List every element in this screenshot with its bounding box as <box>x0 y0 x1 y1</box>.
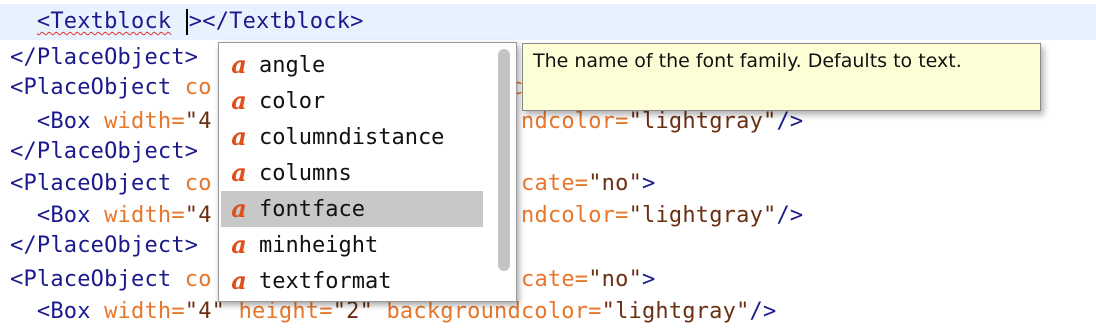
completion-item-fontface[interactable]: a fontface <box>221 191 483 227</box>
tag: <PlaceObject <box>10 75 172 100</box>
tag: </PlaceObject> <box>10 139 199 164</box>
attribute-value: "no" <box>588 171 643 196</box>
tag: <PlaceObject <box>10 267 172 292</box>
tag: </PlaceObject> <box>10 45 199 70</box>
attribute: ndcolor= <box>521 203 629 228</box>
attribute: height= <box>225 299 333 324</box>
attribute-icon: a <box>231 50 247 79</box>
tag: /> <box>749 299 777 324</box>
completion-item-label: angle <box>259 52 326 78</box>
attribute-value: "lightgray" <box>628 203 777 228</box>
tag: <Box <box>36 203 91 228</box>
tag-textblock-close: </Textblock> <box>202 9 364 34</box>
attribute-icon: a <box>231 230 247 259</box>
editor-line[interactable]: </PlaceObject> <box>10 228 198 264</box>
attribute-value: "lightgray" <box>628 109 777 134</box>
attribute-value: "4" <box>184 299 226 324</box>
attribute: width= <box>90 203 185 228</box>
attribute-value: "2" <box>332 299 374 324</box>
completion-item-label: fontface <box>259 196 365 222</box>
completion-item-columndistance[interactable]: a columndistance <box>221 119 483 155</box>
tag: </PlaceObject> <box>10 233 199 258</box>
tag: /> <box>776 203 804 228</box>
editor-line-tail: cate="no"> <box>521 262 655 298</box>
completion-item-label: color <box>259 88 326 114</box>
attribute-icon: a <box>231 86 247 115</box>
completion-item-columns[interactable]: a columns <box>221 155 483 191</box>
attribute-value: "4 <box>184 203 212 228</box>
attribute-icon: a <box>231 266 247 295</box>
text-caret <box>185 9 188 35</box>
attribute: backgroundcolor= <box>373 299 602 324</box>
completion-item-label: columndistance <box>259 124 445 150</box>
completion-item-label: columns <box>259 160 352 186</box>
attribute: cate= <box>521 267 589 292</box>
attribute-value: "no" <box>588 267 643 292</box>
popup-scrollbar[interactable] <box>496 47 512 297</box>
attribute: co <box>171 171 212 196</box>
attribute: width= <box>90 299 185 324</box>
attribute-icon: a <box>231 122 247 151</box>
completion-item-angle[interactable]: a angle <box>221 47 483 83</box>
tag: /> <box>776 109 804 134</box>
completion-item-minheight[interactable]: a minheight <box>221 227 483 263</box>
editor-line-tail: ndcolor="lightgray"/> <box>521 198 803 234</box>
completion-item-label: minheight <box>259 232 379 258</box>
tag-textblock-open: <Textblock <box>36 9 172 34</box>
tag: > <box>642 171 656 196</box>
completion-item-color[interactable]: a color <box>221 83 483 119</box>
tag: <Box <box>36 299 91 324</box>
attribute-value: "lightgray" <box>601 299 750 324</box>
editor-line-current[interactable]: <Textblock ></Textblock> <box>0 4 1096 40</box>
attribute: ndcolor= <box>521 109 629 134</box>
attribute: width= <box>90 109 185 134</box>
attribute: co <box>171 75 212 100</box>
attribute: co <box>171 267 212 292</box>
autocomplete-popup[interactable]: a angle a color a columndistance a columns a… <box>218 42 517 302</box>
attribute: cate= <box>521 171 589 196</box>
completion-item-textformat[interactable]: a textformat <box>221 263 483 299</box>
attribute-icon: a <box>231 158 247 187</box>
documentation-tooltip: The name of the font family. Defaults to… <box>522 43 1041 111</box>
editor-line-tail: cate="no"> <box>521 166 655 202</box>
scrollbar-thumb[interactable] <box>498 49 510 271</box>
attribute-icon: a <box>231 194 247 223</box>
editor-line[interactable]: <PlaceObject co <box>10 70 212 106</box>
editor-line[interactable]: </PlaceObject> <box>10 134 198 170</box>
tag: > <box>642 267 656 292</box>
attribute-value: "4 <box>184 109 212 134</box>
tag-bracket: > <box>188 9 203 34</box>
tag: <Box <box>36 109 91 134</box>
tooltip-text: The name of the font family. Defaults to… <box>533 50 962 72</box>
editor-line[interactable]: <PlaceObject co <box>10 262 212 298</box>
tag: <PlaceObject <box>10 171 172 196</box>
editor-line[interactable]: <PlaceObject co <box>10 166 212 202</box>
completion-item-label: textformat <box>259 268 392 294</box>
